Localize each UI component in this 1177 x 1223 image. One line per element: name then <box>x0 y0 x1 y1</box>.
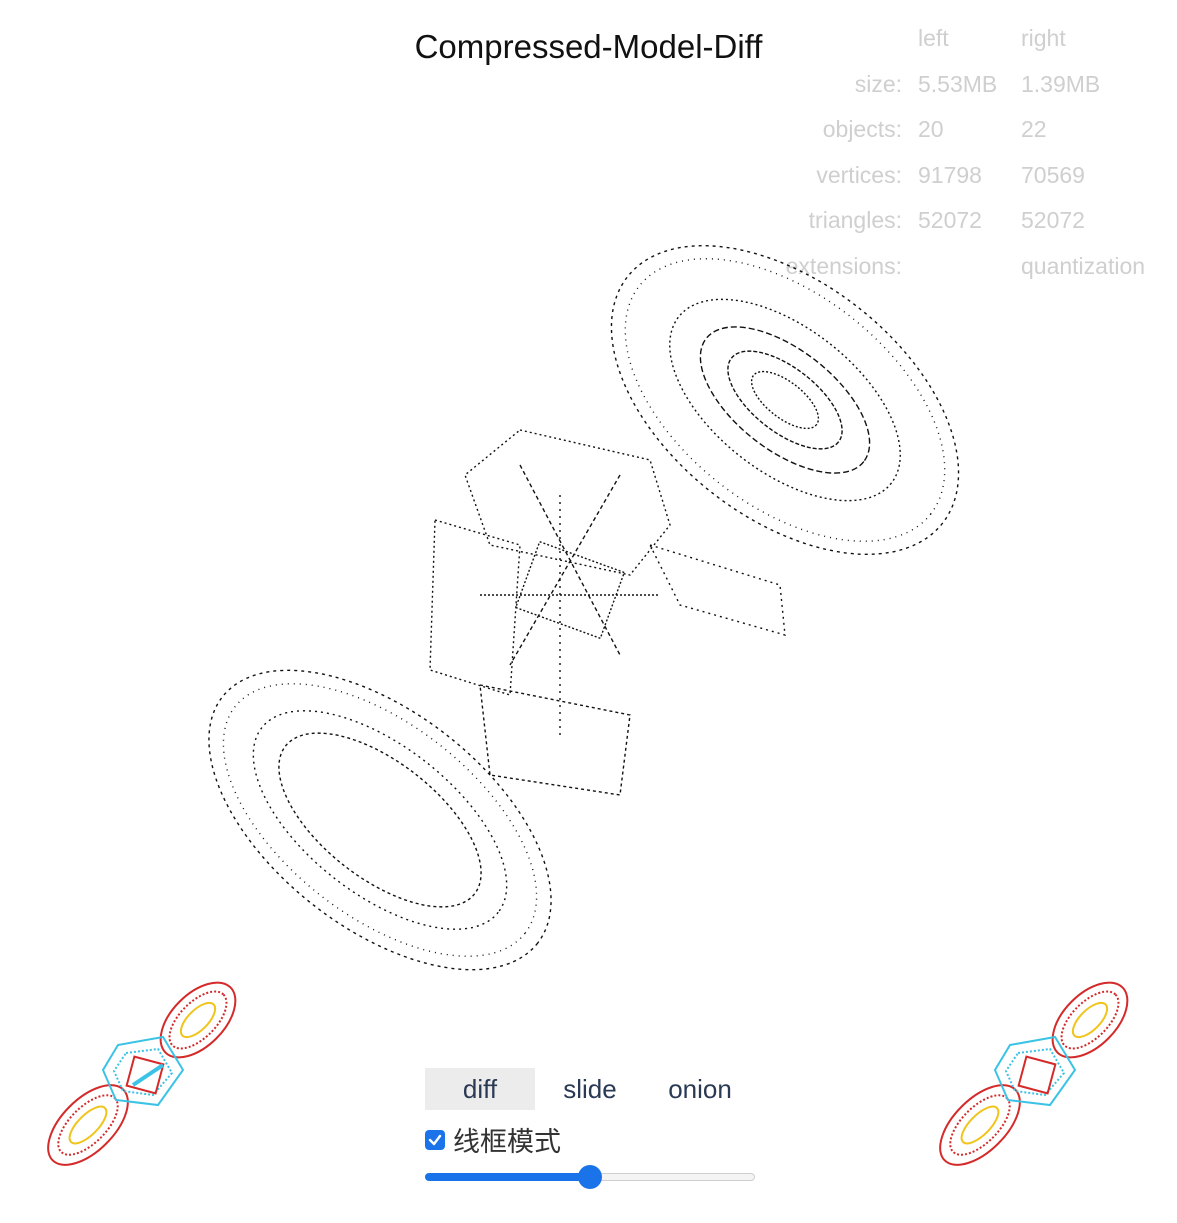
tab-slide[interactable]: slide <box>535 1068 645 1110</box>
stats-right-value: quantization <box>1021 252 1146 279</box>
stats-label: size: <box>854 70 902 97</box>
tab-diff[interactable]: diff <box>425 1068 535 1110</box>
stats-left-value: 91798 <box>918 161 982 188</box>
stats-right-value: 1.39MB <box>1021 70 1101 97</box>
stats-left-value: 5.53MB <box>918 70 998 97</box>
stats-left-value: 20 <box>918 116 944 143</box>
stats-row-objects: objects: 20 22 <box>760 107 1171 153</box>
stats-label: objects: <box>822 116 902 143</box>
diff-viewport[interactable] <box>180 215 1000 1025</box>
wireframe-checkbox[interactable] <box>425 1129 445 1150</box>
stats-right-value: 70569 <box>1021 161 1085 188</box>
stats-header-left: left <box>918 25 949 52</box>
checkmark-icon <box>428 1134 442 1145</box>
stats-header-row: left right <box>760 16 1171 62</box>
stats-row-vertices: vertices: 91798 70569 <box>760 153 1171 199</box>
stats-row-size: size: 5.53MB 1.39MB <box>760 62 1171 108</box>
stats-header-right: right <box>1021 25 1066 52</box>
wireframe-label: 线框模式 <box>453 1127 561 1158</box>
right-model-thumbnail[interactable] <box>930 975 1140 1175</box>
tab-onion[interactable]: onion <box>645 1068 755 1110</box>
slider-fill <box>425 1173 590 1181</box>
view-mode-tabs: diff slide onion <box>425 1068 755 1110</box>
blend-slider[interactable] <box>425 1165 755 1189</box>
stats-label: vertices: <box>816 161 902 188</box>
slider-handle[interactable] <box>578 1165 602 1189</box>
stats-right-value: 22 <box>1021 116 1047 143</box>
wireframe-toggle-row: 线框模式 <box>425 1120 561 1159</box>
left-model-thumbnail[interactable] <box>38 975 248 1175</box>
stats-right-value: 52072 <box>1021 207 1085 234</box>
